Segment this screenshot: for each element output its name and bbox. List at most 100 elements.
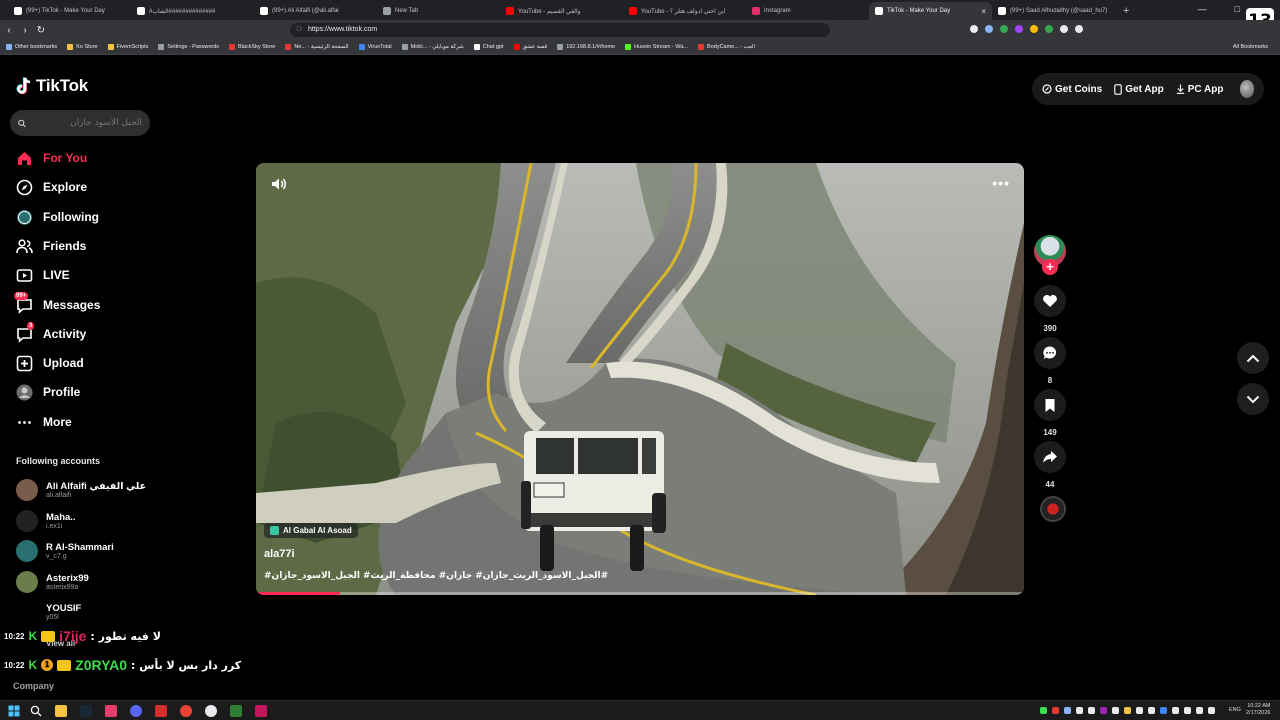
get-app-button[interactable]: Get App [1114, 84, 1164, 95]
browser-tab[interactable]: (99+) Saad Alhudaithy (@saad_hu7) [992, 2, 1115, 20]
tray-icon[interactable] [1136, 707, 1143, 714]
browser-tab[interactable]: (99+) TikTok - Make Your Day [8, 2, 131, 20]
tray-icon[interactable] [1196, 707, 1203, 714]
follow-plus-icon[interactable]: + [1042, 259, 1058, 275]
pc-app-button[interactable]: PC App [1176, 84, 1224, 95]
back-icon[interactable]: ‹ [2, 25, 16, 36]
nav-item-explore[interactable]: Explore [16, 177, 87, 197]
all-bookmarks[interactable]: All Bookmarks [1233, 44, 1268, 50]
get-coins-button[interactable]: Get Coins [1042, 84, 1102, 95]
previous-video-button[interactable] [1237, 342, 1269, 374]
extension-icon[interactable] [1030, 25, 1038, 33]
tray-icon[interactable] [1040, 707, 1047, 714]
tray-icon[interactable] [1160, 707, 1167, 714]
maximize-icon[interactable]: □ [1235, 4, 1240, 14]
following-account[interactable]: Asterix99 asterix99a [16, 571, 89, 593]
tray-icon[interactable] [1208, 707, 1215, 714]
browser-tab[interactable]: TikTok - Make Your Day × [869, 2, 992, 20]
bookmark-item[interactable]: 192.168.8.1/#/home [557, 44, 615, 50]
nav-item-upload[interactable]: Upload [16, 353, 84, 373]
discord-icon[interactable] [130, 705, 142, 717]
next-video-button[interactable] [1237, 383, 1269, 415]
browser-tab[interactable]: YouTube - والقي القصيم [500, 2, 623, 20]
extension-icon[interactable] [1045, 25, 1053, 33]
file-explorer-icon[interactable] [55, 705, 67, 717]
nav-item-more[interactable]: More [16, 412, 72, 432]
nav-item-following[interactable]: Following [16, 207, 99, 227]
input-language[interactable]: ENG [1229, 707, 1241, 713]
nav-item-profile[interactable]: Profile [16, 382, 80, 402]
app-icon[interactable] [255, 705, 267, 717]
bookmark-item[interactable]: Ne... - الصفحة الرئيسية [285, 44, 349, 50]
browser-tab[interactable]: (99+) Ali Alfaifi (@ali.alfai [254, 2, 377, 20]
tray-icon[interactable] [1124, 707, 1131, 714]
site-info-icon[interactable]: ⚆ [296, 23, 302, 37]
bookmark-item[interactable]: VirusTotal [358, 44, 392, 50]
new-tab-button[interactable]: + [1115, 2, 1137, 20]
tray-icon[interactable] [1052, 707, 1059, 714]
address-bar[interactable]: ⚆ https://www.tiktok.com [290, 23, 830, 37]
bookmark-item[interactable]: Mobi... - شركة موبايلي [401, 44, 464, 50]
browser-tab[interactable]: YouTube - ابن اختي ادولف هتلر ؟ [623, 2, 746, 20]
video-author[interactable]: ala77i [264, 548, 295, 560]
bookmark-item[interactable]: FivemScripts [107, 44, 148, 50]
app-icon[interactable] [230, 705, 242, 717]
bookmark-item[interactable]: Chat gpt [473, 44, 504, 50]
app-icon[interactable] [105, 705, 117, 717]
bookmark-item[interactable]: Ko Store [67, 44, 98, 50]
browser-tab[interactable]: #الشاب############## [131, 2, 254, 20]
tray-icon[interactable] [1100, 707, 1107, 714]
tray-icon[interactable] [1076, 707, 1083, 714]
sound-disc[interactable] [1040, 496, 1066, 522]
video-progress-bar[interactable] [256, 592, 1024, 595]
following-account[interactable]: R Al-Shammari v_c7.g [16, 540, 114, 562]
location-tag[interactable]: Al Gabal Al Asoad [264, 523, 358, 538]
bookmark-item[interactable]: BodyCame... - العب [698, 44, 755, 50]
tray-icon[interactable] [1172, 707, 1179, 714]
nav-item-messages[interactable]: 99+ Messages [14, 291, 100, 315]
extension-icon[interactable] [1015, 25, 1023, 33]
search-icon[interactable] [18, 118, 26, 129]
share-action[interactable]: 44 [1034, 441, 1066, 489]
nav-item-live[interactable]: LIVE [16, 265, 70, 285]
tab-close-icon[interactable]: × [981, 7, 986, 16]
bookmark-item[interactable]: قصة عشق [513, 44, 547, 50]
taskbar-search-icon[interactable] [30, 705, 42, 717]
bookmark-item[interactable]: BlackSky Store [229, 44, 275, 50]
save-button[interactable] [1034, 389, 1066, 421]
video-player[interactable]: ••• Al Gabal Al Asoad ala77i #الجبل_الاس… [256, 163, 1024, 595]
taskbar-clock[interactable]: 10:22 AM 2/17/2026 [1246, 703, 1270, 717]
nav-item-for-you[interactable]: For You [16, 148, 87, 168]
reload-icon[interactable]: ↻ [34, 25, 48, 36]
nav-item-activity[interactable]: 3 Activity [16, 321, 86, 344]
like-button[interactable] [1034, 285, 1066, 317]
extension-icon[interactable] [1000, 25, 1008, 33]
extension-icon[interactable] [985, 25, 993, 33]
chrome-icon[interactable] [180, 705, 192, 717]
tray-icon[interactable] [1184, 707, 1191, 714]
following-account[interactable]: Maha.. i.ex1i [16, 510, 76, 532]
steam-icon[interactable] [80, 705, 92, 717]
extension-icon[interactable] [1060, 25, 1068, 33]
windows-start-icon[interactable] [8, 705, 20, 717]
volume-icon[interactable] [270, 175, 288, 193]
search-input[interactable] [32, 118, 142, 128]
company-link[interactable]: Company [13, 681, 54, 691]
following-account[interactable]: Ali Alfaifi علي الفيفي ali.alfaifi [16, 479, 146, 501]
tray-icon[interactable] [1064, 707, 1071, 714]
bookmark-item[interactable]: Other bookmarks [6, 44, 57, 50]
bookmark-item[interactable]: Husein Stream - Wa... [625, 44, 688, 50]
tray-icon[interactable] [1148, 707, 1155, 714]
app-icon[interactable] [155, 705, 167, 717]
like-action[interactable]: 390 [1034, 285, 1066, 333]
obs-icon[interactable] [205, 705, 217, 717]
video-more-options-icon[interactable]: ••• [992, 175, 1010, 191]
tiktok-logo[interactable]: TikTok [16, 76, 88, 96]
tray-icon[interactable] [1088, 707, 1095, 714]
tray-icon[interactable] [1112, 707, 1119, 714]
search-box[interactable] [10, 110, 150, 136]
comment-button[interactable] [1034, 337, 1066, 369]
following-account[interactable]: YOUSIF y05l [16, 601, 81, 623]
nav-item-friends[interactable]: Friends [16, 236, 86, 256]
browser-tab[interactable]: Instagram [746, 2, 869, 20]
